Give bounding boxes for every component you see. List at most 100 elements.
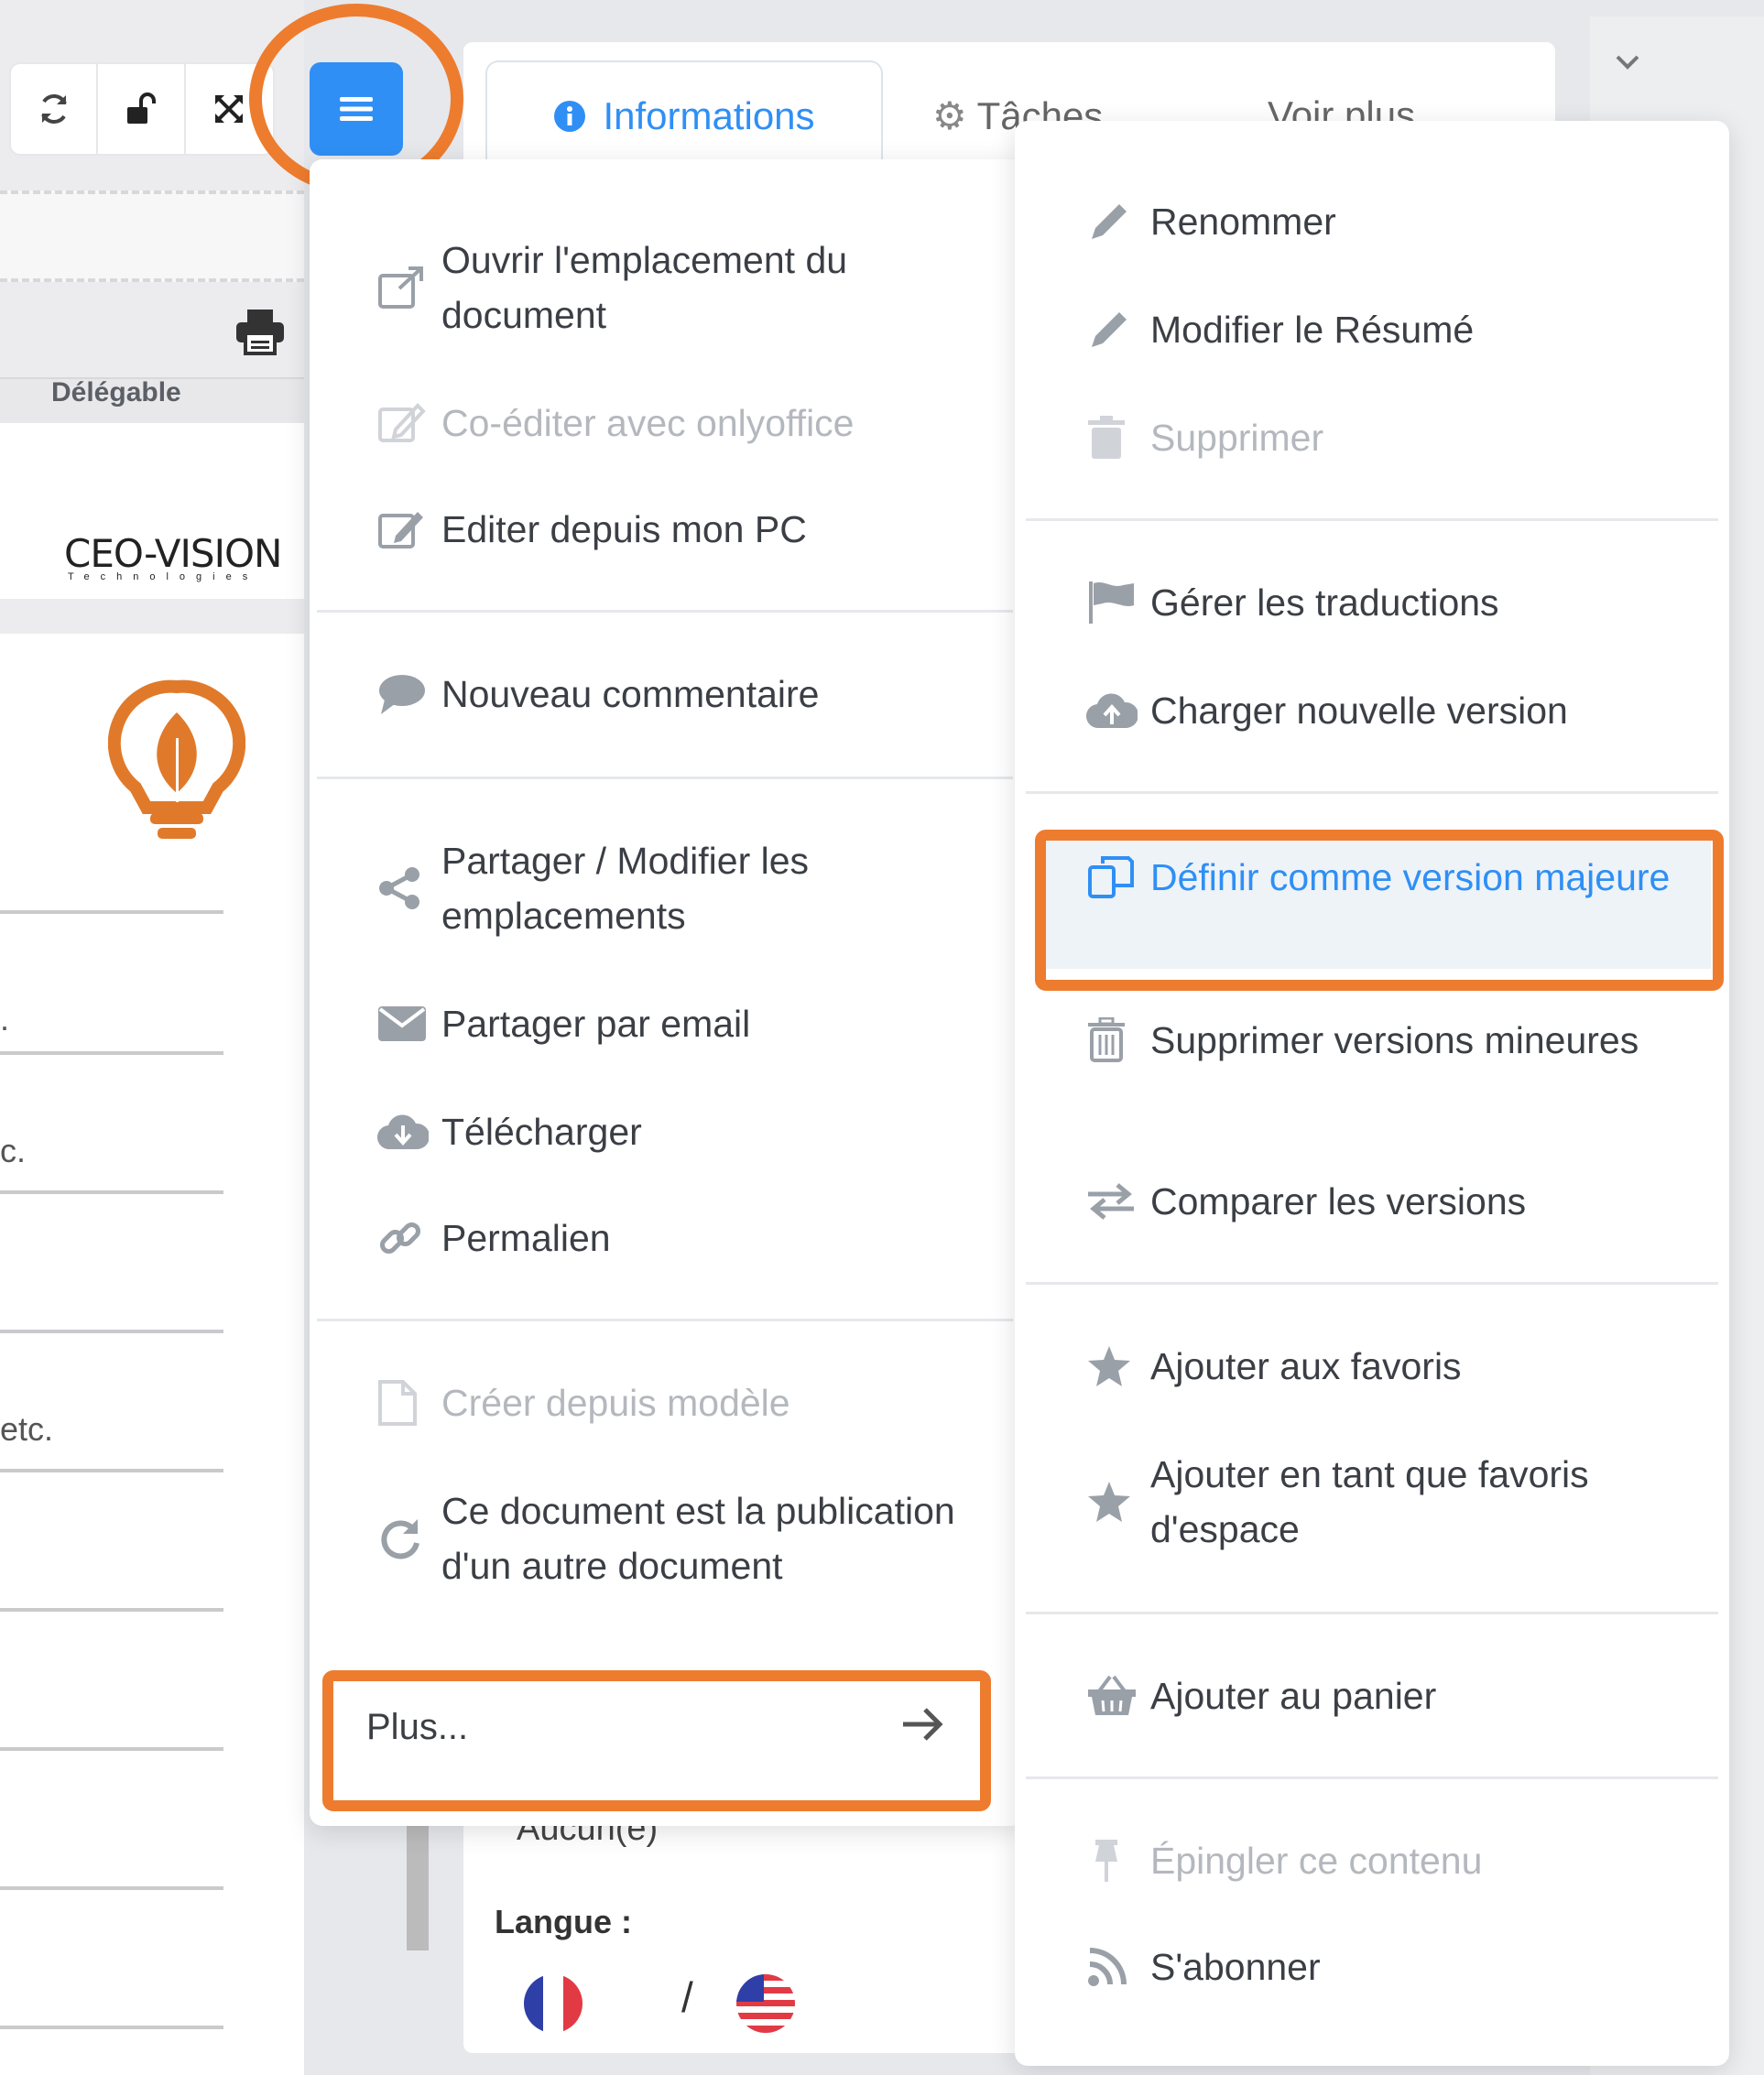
menu-item-coedit-onlyoffice: Co-éditer avec onlyoffice (377, 396, 964, 451)
menu-item-label: Supprimer (1150, 416, 1324, 459)
menu-item-label: Charger nouvelle version (1150, 689, 1568, 732)
edit-icon (377, 506, 441, 552)
pencil-icon (1086, 307, 1150, 353)
menu-item-delete-minor-versions[interactable]: Supprimer versions mineures (1086, 1013, 1709, 1068)
menu-item-download[interactable]: Télécharger (377, 1104, 964, 1159)
menu-item-label: Créer depuis modèle (441, 1381, 790, 1424)
menu-item-edit-from-pc[interactable]: Editer depuis mon PC (377, 502, 964, 557)
chevron-down-icon (1616, 55, 1639, 70)
unlock-button[interactable] (98, 63, 186, 155)
menu-item-add-to-basket[interactable]: Ajouter au panier (1086, 1668, 1709, 1723)
link-icon (377, 1215, 441, 1261)
menu-item-upload-new-version[interactable]: Charger nouvelle version (1086, 683, 1709, 738)
annotation-box-major-version (1035, 830, 1724, 991)
document-toolbar (9, 62, 275, 156)
basket-icon (1086, 1675, 1150, 1717)
arrow-right-icon[interactable] (899, 1705, 945, 1748)
file-icon (377, 1379, 441, 1427)
menu-item-label: Ce document est la publication d'un autr… (441, 1490, 955, 1587)
menu-item-edit-summary[interactable]: Modifier le Résumé (1086, 302, 1709, 357)
menu-divider (1026, 518, 1718, 521)
info-icon (554, 101, 586, 132)
menu-item-label: Partager par email (441, 1002, 751, 1045)
flag-france-icon[interactable] (524, 1974, 583, 2033)
menu-item-label: Télécharger (441, 1110, 642, 1153)
menu-item-label: Ouvrir l'emplacement du document (441, 239, 848, 336)
refresh-icon (40, 94, 67, 124)
menu-item-open-location[interactable]: Ouvrir l'emplacement du document (377, 233, 964, 342)
menu-item-label: Ajouter au panier (1150, 1674, 1437, 1717)
edit-icon (377, 400, 441, 446)
menu-item-add-space-favorites[interactable]: Ajouter en tant que favoris d'espace (1086, 1447, 1709, 1557)
menu-item-label: Modifier le Résumé (1150, 308, 1475, 351)
flag-usa-icon[interactable] (736, 1974, 795, 2033)
star-icon (1086, 1344, 1150, 1388)
column-header-delegable: Délégable (51, 377, 181, 407)
refresh-icon (377, 1516, 441, 1561)
menu-item-compare-versions[interactable]: Comparer les versions (1086, 1174, 1709, 1229)
expand-icon (215, 95, 244, 123)
menu-divider (317, 610, 1013, 613)
menu-item-label: Partager / Modifier les emplacements (441, 840, 810, 937)
menu-item-label: Ajouter aux favoris (1150, 1344, 1462, 1387)
envelope-icon (377, 1005, 441, 1042)
text-fragment: . (0, 1000, 10, 1038)
language-separator: / (681, 1973, 693, 2021)
menu-divider (317, 1319, 1013, 1321)
comment-icon (377, 672, 441, 716)
menu-item-label: Comparer les versions (1150, 1179, 1527, 1222)
menu-item-label: Supprimer versions mineures (1150, 1019, 1639, 1061)
menu-item-share-email[interactable]: Partager par email (377, 996, 964, 1051)
unlock-icon (127, 92, 157, 124)
menu-item-publication-of-other[interactable]: Ce document est la publication d'un autr… (377, 1483, 964, 1593)
flag-icon (1086, 580, 1150, 625)
menu-item-create-from-template: Créer depuis modèle (377, 1375, 964, 1430)
exchange-icon (1086, 1183, 1150, 1220)
lightbulb-leaf-icon (107, 679, 246, 849)
text-fragment: c. (0, 1132, 27, 1169)
pencil-icon (1086, 199, 1150, 244)
menu-divider (1026, 791, 1718, 794)
menu-item-label: Gérer les traductions (1150, 581, 1499, 624)
trash-icon (1086, 1017, 1150, 1063)
menu-item-subscribe[interactable]: S'abonner (1086, 1939, 1709, 1994)
cloud-download-icon (377, 1113, 441, 1151)
star-icon (1086, 1480, 1150, 1524)
menu-divider (1026, 1282, 1718, 1285)
text-fragment: etc. (0, 1410, 54, 1448)
cloud-upload-icon (1086, 691, 1150, 730)
scrollbar[interactable] (407, 1813, 429, 1950)
gears-icon: ⚙ (932, 94, 967, 137)
printer-icon (236, 310, 284, 355)
tab-informations[interactable]: Informations (485, 60, 883, 170)
menu-item-label: S'abonner (1150, 1945, 1321, 1988)
menu-divider (1026, 1776, 1718, 1779)
menu-item-label: Nouveau commentaire (441, 672, 820, 715)
menu-item-permalink[interactable]: Permalien (377, 1211, 964, 1266)
ceo-vision-logo-subtitle: Technologies (68, 571, 259, 582)
language-label: Langue : (495, 1903, 632, 1940)
refresh-button[interactable] (11, 63, 99, 155)
menu-item-new-comment[interactable]: Nouveau commentaire (377, 667, 964, 722)
menu-divider (1026, 1612, 1718, 1614)
print-button[interactable] (234, 308, 286, 360)
dashed-drop-area (0, 190, 304, 282)
menu-item-add-to-favorites[interactable]: Ajouter aux favoris (1086, 1339, 1709, 1394)
tab-informations-label: Informations (603, 94, 815, 137)
menu-item-rename[interactable]: Renommer (1086, 194, 1709, 249)
collapse-toggle[interactable] (1614, 53, 1641, 76)
rss-icon (1086, 1946, 1150, 1988)
menu-item-label: Co-éditer avec onlyoffice (441, 401, 855, 444)
pin-icon (1086, 1838, 1150, 1884)
menu-item-share-edit-locations[interactable]: Partager / Modifier les emplacements (377, 833, 964, 943)
menu-item-pin-content: Épingler ce contenu (1086, 1833, 1709, 1888)
menu-item-label: Ajouter en tant que favoris d'espace (1150, 1453, 1589, 1550)
menu-divider (317, 777, 1013, 779)
document-preview: . c. etc. (0, 634, 304, 2075)
menu-item-manage-translations[interactable]: Gérer les traductions (1086, 575, 1709, 630)
menu-item-label: Permalien (441, 1216, 611, 1259)
menu-item-label: Renommer (1150, 200, 1336, 243)
trash-icon (1086, 415, 1150, 461)
menu-item-more[interactable]: Plus... (366, 1707, 468, 1748)
menu-item-delete: Supprimer (1086, 410, 1709, 465)
